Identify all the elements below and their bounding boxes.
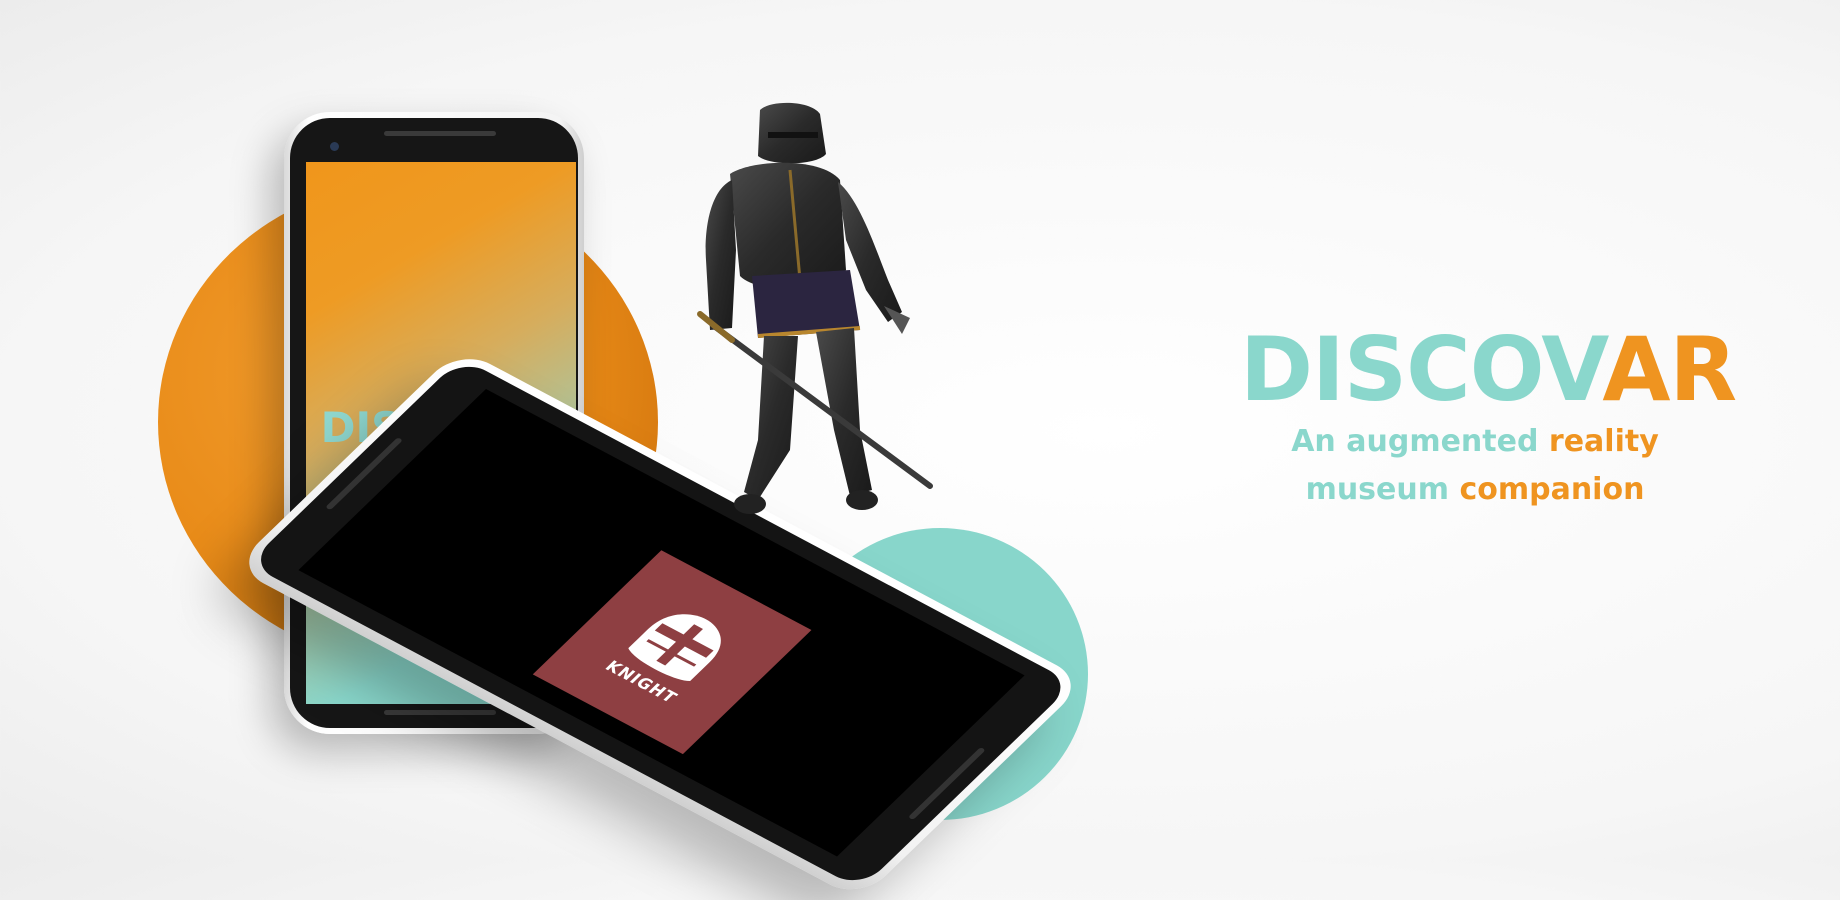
tagline-line1-a: An augmented	[1291, 424, 1539, 459]
hero-banner: DISCOVAR KNIGHT	[0, 0, 1840, 900]
knight-figure	[697, 102, 933, 514]
front-camera-icon	[330, 142, 339, 151]
brand-title-part2: AR	[1602, 318, 1737, 421]
tagline-line1: An augmented reality	[1240, 418, 1710, 466]
tagline: An augmented reality museum companion	[1240, 418, 1710, 514]
tagline-line1-b: reality	[1548, 424, 1659, 459]
brand-title-part1: DISCOV	[1240, 318, 1603, 421]
tagline-line2-a: museum	[1305, 472, 1449, 507]
ar-marker-card: KNIGHT	[532, 550, 812, 755]
tagline-line2: museum companion	[1240, 466, 1710, 514]
brand-block: DISCOVAR An augmented reality museum com…	[1240, 318, 1737, 514]
speaker-bottom	[384, 710, 496, 715]
brand-title: DISCOVAR	[1240, 318, 1737, 421]
tagline-line2-b: companion	[1459, 472, 1645, 507]
speaker-top	[384, 131, 496, 136]
